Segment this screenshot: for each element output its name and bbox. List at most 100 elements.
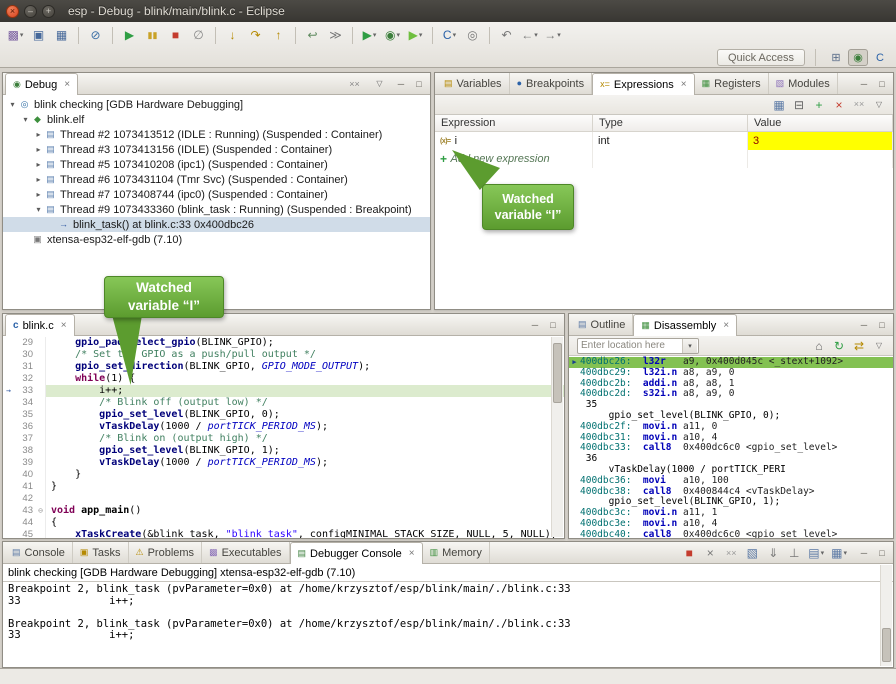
close-tab-icon[interactable]: × bbox=[681, 79, 687, 90]
dropdown-arrow-icon[interactable]: ▾ bbox=[20, 31, 24, 39]
minimize-view-icon[interactable]: ─ bbox=[856, 317, 872, 333]
window-maximize-button[interactable]: + bbox=[42, 5, 55, 18]
save-all-button[interactable]: ▦ bbox=[51, 25, 72, 46]
suspend-button[interactable]: ▮▮ bbox=[142, 25, 163, 46]
expression-value-cell[interactable] bbox=[748, 150, 893, 168]
quick-access-button[interactable]: Quick Access bbox=[717, 49, 805, 66]
debug-tree-item[interactable]: ▾▤Thread #9 1073433360 (blink_task : Run… bbox=[3, 202, 430, 217]
close-tab-icon[interactable]: × bbox=[723, 320, 729, 331]
step-return-button[interactable]: ↑ bbox=[268, 25, 289, 46]
view-menu-icon[interactable]: ▽ bbox=[870, 96, 888, 113]
code-line-41[interactable]: 41} bbox=[3, 481, 564, 493]
code-line-43[interactable]: 43⊖void app_main() bbox=[3, 505, 564, 517]
debug-tree-item[interactable]: ▸▤Thread #5 1073410208 (ipc1) (Suspended… bbox=[3, 157, 430, 172]
last-edit-location-button[interactable]: ↶ bbox=[496, 25, 517, 46]
code-line-34[interactable]: 34 /* Blink off (output low) */ bbox=[3, 397, 564, 409]
disassembly-instruction[interactable]: 400dbc2f: movi.n a11, 0 bbox=[569, 422, 893, 433]
editor-scrollbar[interactable] bbox=[551, 337, 563, 537]
open-console-icon[interactable]: ▦▾ bbox=[829, 545, 849, 562]
pin-console-icon[interactable]: ⊥ bbox=[785, 545, 803, 562]
code-line-37[interactable]: 37 /* Blink on (output high) */ bbox=[3, 433, 564, 445]
disassembly-instruction[interactable]: 400dbc36: movi a10, 100 bbox=[569, 476, 893, 487]
close-tab-icon[interactable]: × bbox=[409, 548, 415, 559]
window-close-button[interactable]: × bbox=[6, 5, 19, 18]
terminate-icon[interactable]: ■ bbox=[680, 545, 698, 562]
minimize-view-icon[interactable]: ─ bbox=[856, 76, 872, 92]
maximize-view-icon[interactable]: □ bbox=[874, 317, 890, 333]
location-input[interactable] bbox=[578, 340, 682, 351]
expression-row[interactable]: (x)=iint3 bbox=[435, 132, 893, 150]
resume-button[interactable]: ▶ bbox=[119, 25, 140, 46]
clear-console-icon[interactable]: ▧ bbox=[743, 545, 761, 562]
tree-expander-icon[interactable]: ▾ bbox=[20, 115, 31, 124]
location-combo[interactable]: ▾ bbox=[577, 338, 699, 354]
drop-to-frame-button[interactable]: ↩ bbox=[302, 25, 323, 46]
debug-button[interactable]: ◉▾ bbox=[382, 25, 403, 46]
scrollbar-thumb[interactable] bbox=[553, 343, 562, 403]
expression-value-highlighted[interactable]: 3 bbox=[748, 132, 893, 150]
external-tools-button[interactable]: ▶▾ bbox=[359, 25, 380, 46]
instruction-stepping-button[interactable]: ≫ bbox=[325, 25, 346, 46]
fold-toggle-icon[interactable]: ⊖ bbox=[36, 505, 46, 517]
tree-expander-icon[interactable]: ▸ bbox=[33, 160, 44, 169]
minimize-view-icon[interactable]: ─ bbox=[393, 76, 409, 92]
debug-tree-item[interactable]: ▸▤Thread #6 1073431104 (Tmr Svc) (Suspen… bbox=[3, 172, 430, 187]
tab-problems[interactable]: ⚠Problems bbox=[129, 542, 203, 563]
code-line-33[interactable]: →33 i++; bbox=[3, 385, 564, 397]
code-line-30[interactable]: 30 /* Set the GPIO as a push/pull output… bbox=[3, 349, 564, 361]
add-expression-row[interactable]: +Add new expression bbox=[435, 150, 893, 168]
tree-expander-icon[interactable]: ▸ bbox=[33, 145, 44, 154]
console-scrollbar[interactable] bbox=[880, 565, 892, 666]
tree-expander-icon[interactable]: ▸ bbox=[33, 175, 44, 184]
debug-tree-item[interactable]: ▸▤Thread #3 1073413156 (IDLE) (Suspended… bbox=[3, 142, 430, 157]
home-icon[interactable]: ⌂ bbox=[810, 337, 828, 354]
maximize-view-icon[interactable]: □ bbox=[411, 76, 427, 92]
code-line-44[interactable]: 44{ bbox=[3, 517, 564, 529]
maximize-view-icon[interactable]: □ bbox=[874, 545, 890, 561]
remove-all-terminated-icon[interactable]: ×× bbox=[344, 74, 365, 95]
disassembly-instruction[interactable]: 400dbc33: call8 0x400dc6c0 <gpio_set_lev… bbox=[569, 443, 893, 454]
close-tab-icon[interactable]: × bbox=[61, 320, 67, 331]
scroll-lock-icon[interactable]: ⇓ bbox=[764, 545, 782, 562]
forward-button[interactable]: →▾ bbox=[542, 25, 563, 46]
dropdown-arrow-icon[interactable]: ▾ bbox=[843, 549, 847, 557]
code-line-39[interactable]: 39 vTaskDelay(1000 / portTICK_PERIOD_MS)… bbox=[3, 457, 564, 469]
disassembly-instruction[interactable]: 400dbc2d: s32i.n a8, a9, 0 bbox=[569, 389, 893, 400]
debug-perspective-button[interactable]: ◉ bbox=[848, 49, 868, 66]
tree-expander-icon[interactable]: ▸ bbox=[33, 190, 44, 199]
window-minimize-button[interactable]: – bbox=[24, 5, 37, 18]
view-menu-icon[interactable]: ▽ bbox=[870, 337, 888, 354]
code-line-35[interactable]: 35 gpio_set_level(BLINK_GPIO, 0); bbox=[3, 409, 564, 421]
tab-outline[interactable]: ▤Outline bbox=[571, 314, 633, 335]
code-line-40[interactable]: 40 } bbox=[3, 469, 564, 481]
code-line-32[interactable]: 32 while(1) { bbox=[3, 373, 564, 385]
add-expression-icon[interactable]: + bbox=[810, 96, 828, 113]
disassembly-instruction[interactable]: 400dbc29: l32i.n a8, a9, 0 bbox=[569, 368, 893, 379]
refresh-icon[interactable]: ↻ bbox=[830, 337, 848, 354]
tab-tasks[interactable]: ▣Tasks bbox=[73, 542, 129, 563]
tab-executables[interactable]: ▩Executables bbox=[202, 542, 289, 563]
tab-console[interactable]: ▤Console bbox=[5, 542, 73, 563]
tab-debug[interactable]: ◉ Debug × bbox=[5, 73, 78, 95]
debug-tree-item[interactable]: →blink_task() at blink.c:33 0x400dbc26 bbox=[3, 217, 430, 232]
tab-debugger-console[interactable]: ▤Debugger Console× bbox=[290, 542, 423, 564]
code-line-31[interactable]: 31 gpio_set_direction(BLINK_GPIO, GPIO_M… bbox=[3, 361, 564, 373]
code-line-29[interactable]: 29 gpio_pad_select_gpio(BLINK_GPIO); bbox=[3, 337, 564, 349]
remove-all-launches-icon[interactable]: ×× bbox=[722, 545, 740, 562]
collapse-all-icon[interactable]: ⊟ bbox=[790, 96, 808, 113]
disassembly-content[interactable]: ▶400dbc26: l32r a9, 0x400d045c <_stext+1… bbox=[569, 356, 893, 538]
debug-tree-item[interactable]: ▾◆blink.elf bbox=[3, 112, 430, 127]
run-button[interactable]: ▶▾ bbox=[405, 25, 426, 46]
step-over-button[interactable]: ↷ bbox=[245, 25, 266, 46]
code-line-45[interactable]: 45 xTaskCreate(&blink_task, "blink_task"… bbox=[3, 529, 564, 538]
skip-all-breakpoints-button[interactable]: ⊘ bbox=[85, 25, 106, 46]
dropdown-arrow-icon[interactable]: ▾ bbox=[373, 31, 377, 39]
step-into-button[interactable]: ↓ bbox=[222, 25, 243, 46]
column-header-value[interactable]: Value bbox=[748, 115, 893, 131]
tab-variables[interactable]: ▤Variables bbox=[437, 73, 510, 94]
dropdown-arrow-icon[interactable]: ▾ bbox=[557, 31, 561, 39]
tab-expressions[interactable]: x=Expressions× bbox=[592, 73, 695, 95]
back-button[interactable]: ←▾ bbox=[519, 25, 540, 46]
tab-registers[interactable]: ▦Registers bbox=[695, 73, 769, 94]
dropdown-arrow-icon[interactable]: ▾ bbox=[453, 31, 457, 39]
